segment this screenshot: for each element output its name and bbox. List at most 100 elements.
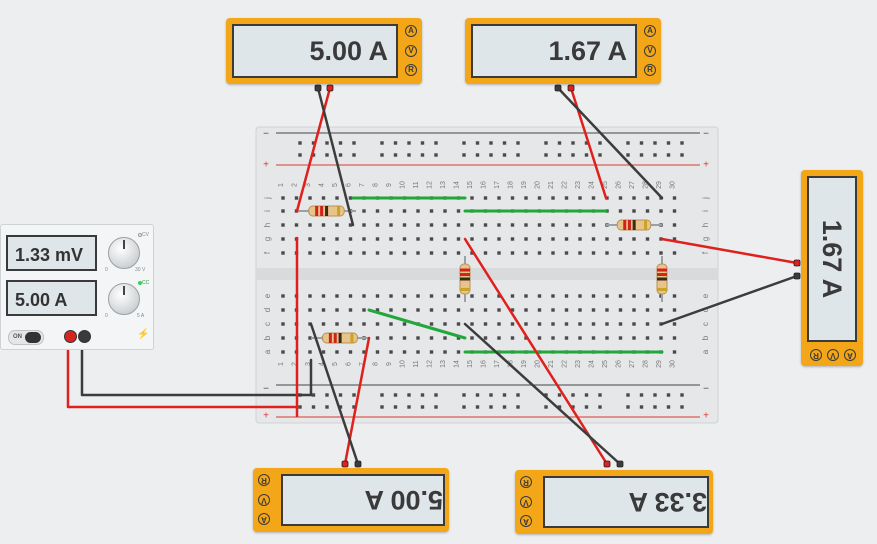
rail-hole[interactable] (516, 393, 520, 397)
ammeter-mode-button[interactable]: A (520, 515, 532, 527)
breadboard-hole[interactable] (564, 196, 569, 200)
breadboard-hole[interactable] (672, 223, 677, 227)
breadboard-hole[interactable] (308, 223, 312, 227)
rail-hole[interactable] (598, 153, 602, 157)
breadboard-hole[interactable] (416, 308, 420, 312)
rail-hole[interactable] (516, 141, 520, 145)
breadboard-hole[interactable] (578, 336, 582, 340)
breadboard-hole[interactable] (537, 251, 542, 255)
rail-hole[interactable] (475, 141, 480, 145)
breadboard-hole[interactable] (470, 336, 474, 340)
rail-hole[interactable] (666, 141, 671, 145)
rail-hole[interactable] (298, 405, 302, 409)
multimeter-bottom-right[interactable]: 3.33 A R V A (515, 470, 713, 534)
breadboard-hole[interactable] (375, 237, 380, 241)
breadboard-hole[interactable] (591, 322, 596, 326)
breadboard-hole[interactable] (429, 237, 434, 241)
breadboard-hole[interactable] (578, 196, 582, 200)
probe-connector[interactable] (603, 460, 611, 468)
rail-hole[interactable] (639, 405, 644, 409)
rail-hole[interactable] (462, 393, 466, 397)
breadboard-hole[interactable] (591, 237, 596, 241)
rail-hole[interactable] (557, 393, 562, 397)
rail-hole[interactable] (639, 141, 644, 145)
breadboard-hole[interactable] (645, 322, 650, 326)
breadboard-hole[interactable] (389, 322, 393, 326)
breadboard-hole[interactable] (443, 322, 447, 326)
breadboard-hole[interactable] (389, 294, 393, 298)
rail-hole[interactable] (434, 141, 438, 145)
rail-hole[interactable] (434, 153, 438, 157)
breadboard-hole[interactable] (402, 209, 407, 213)
breadboard-hole[interactable] (281, 350, 285, 354)
breadboard-hole[interactable] (443, 350, 447, 354)
meter-mode-buttons[interactable]: A V R (405, 25, 417, 76)
breadboard-hole[interactable] (483, 251, 488, 255)
rail-hole[interactable] (502, 141, 507, 145)
breadboard-hole[interactable] (429, 209, 434, 213)
voltmeter-mode-button[interactable]: V (405, 44, 417, 57)
breadboard-hole[interactable] (618, 308, 623, 312)
meter-mode-buttons[interactable]: A V R (644, 25, 656, 76)
rail-hole[interactable] (598, 141, 602, 145)
rail-hole[interactable] (653, 153, 657, 157)
breadboard-hole[interactable] (537, 322, 542, 326)
breadboard-hole[interactable] (645, 237, 650, 241)
rail-hole[interactable] (544, 153, 548, 157)
breadboard-hole[interactable] (672, 209, 677, 213)
probe-connector[interactable] (616, 460, 624, 468)
breadboard-hole[interactable] (578, 223, 582, 227)
breadboard-hole[interactable] (605, 251, 609, 255)
breadboard-hole[interactable] (321, 251, 326, 255)
breadboard-hole[interactable] (375, 209, 380, 213)
breadboard-hole[interactable] (483, 237, 488, 241)
breadboard-hole[interactable] (645, 294, 650, 298)
breadboard-hole[interactable] (362, 308, 366, 312)
rail-hole[interactable] (338, 393, 343, 397)
breadboard-hole[interactable] (578, 322, 582, 326)
breadboard-hole[interactable] (362, 322, 366, 326)
breadboard-hole[interactable] (389, 350, 393, 354)
breadboard-hole[interactable] (335, 251, 339, 255)
breadboard-hole[interactable] (632, 237, 636, 241)
breadboard-hole[interactable] (524, 237, 528, 241)
breadboard-hole[interactable] (402, 336, 407, 340)
rail-hole[interactable] (502, 153, 507, 157)
breadboard-hole[interactable] (659, 308, 663, 312)
breadboard-hole[interactable] (389, 237, 393, 241)
breadboard-hole[interactable] (564, 294, 569, 298)
breadboard-hole[interactable] (362, 209, 366, 213)
breadboard-hole[interactable] (308, 308, 312, 312)
breadboard-hole[interactable] (375, 251, 380, 255)
rail-hole[interactable] (571, 141, 575, 145)
breadboard-hole[interactable] (429, 223, 434, 227)
breadboard-hole[interactable] (348, 322, 353, 326)
breadboard-hole[interactable] (416, 223, 420, 227)
breadboard-hole[interactable] (321, 350, 326, 354)
breadboard-hole[interactable] (470, 196, 474, 200)
rail-hole[interactable] (653, 405, 657, 409)
breadboard-hole[interactable] (537, 223, 542, 227)
breadboard-hole[interactable] (348, 237, 353, 241)
multimeter-right[interactable]: 1.67 A R V A (801, 170, 863, 366)
probe-connector[interactable] (793, 259, 801, 267)
breadboard-hole[interactable] (348, 251, 353, 255)
multimeter-top-right[interactable]: 1.67 A A V R (465, 18, 661, 84)
rail-hole[interactable] (407, 141, 411, 145)
breadboard-hole[interactable] (551, 308, 555, 312)
breadboard-hole[interactable] (551, 294, 555, 298)
breadboard-hole[interactable] (497, 336, 501, 340)
breadboard-hole[interactable] (456, 223, 461, 227)
breadboard-hole[interactable] (416, 209, 420, 213)
breadboard-hole[interactable] (456, 308, 461, 312)
rail-hole[interactable] (584, 153, 589, 157)
breadboard-hole[interactable] (578, 251, 582, 255)
rail-hole[interactable] (489, 153, 493, 157)
breadboard-hole[interactable] (672, 308, 677, 312)
breadboard-hole[interactable] (443, 308, 447, 312)
breadboard-hole[interactable] (443, 251, 447, 255)
breadboard-hole[interactable] (632, 294, 636, 298)
breadboard-hole[interactable] (402, 294, 407, 298)
ammeter-mode-button[interactable]: A (258, 513, 270, 525)
breadboard-hole[interactable] (537, 237, 542, 241)
